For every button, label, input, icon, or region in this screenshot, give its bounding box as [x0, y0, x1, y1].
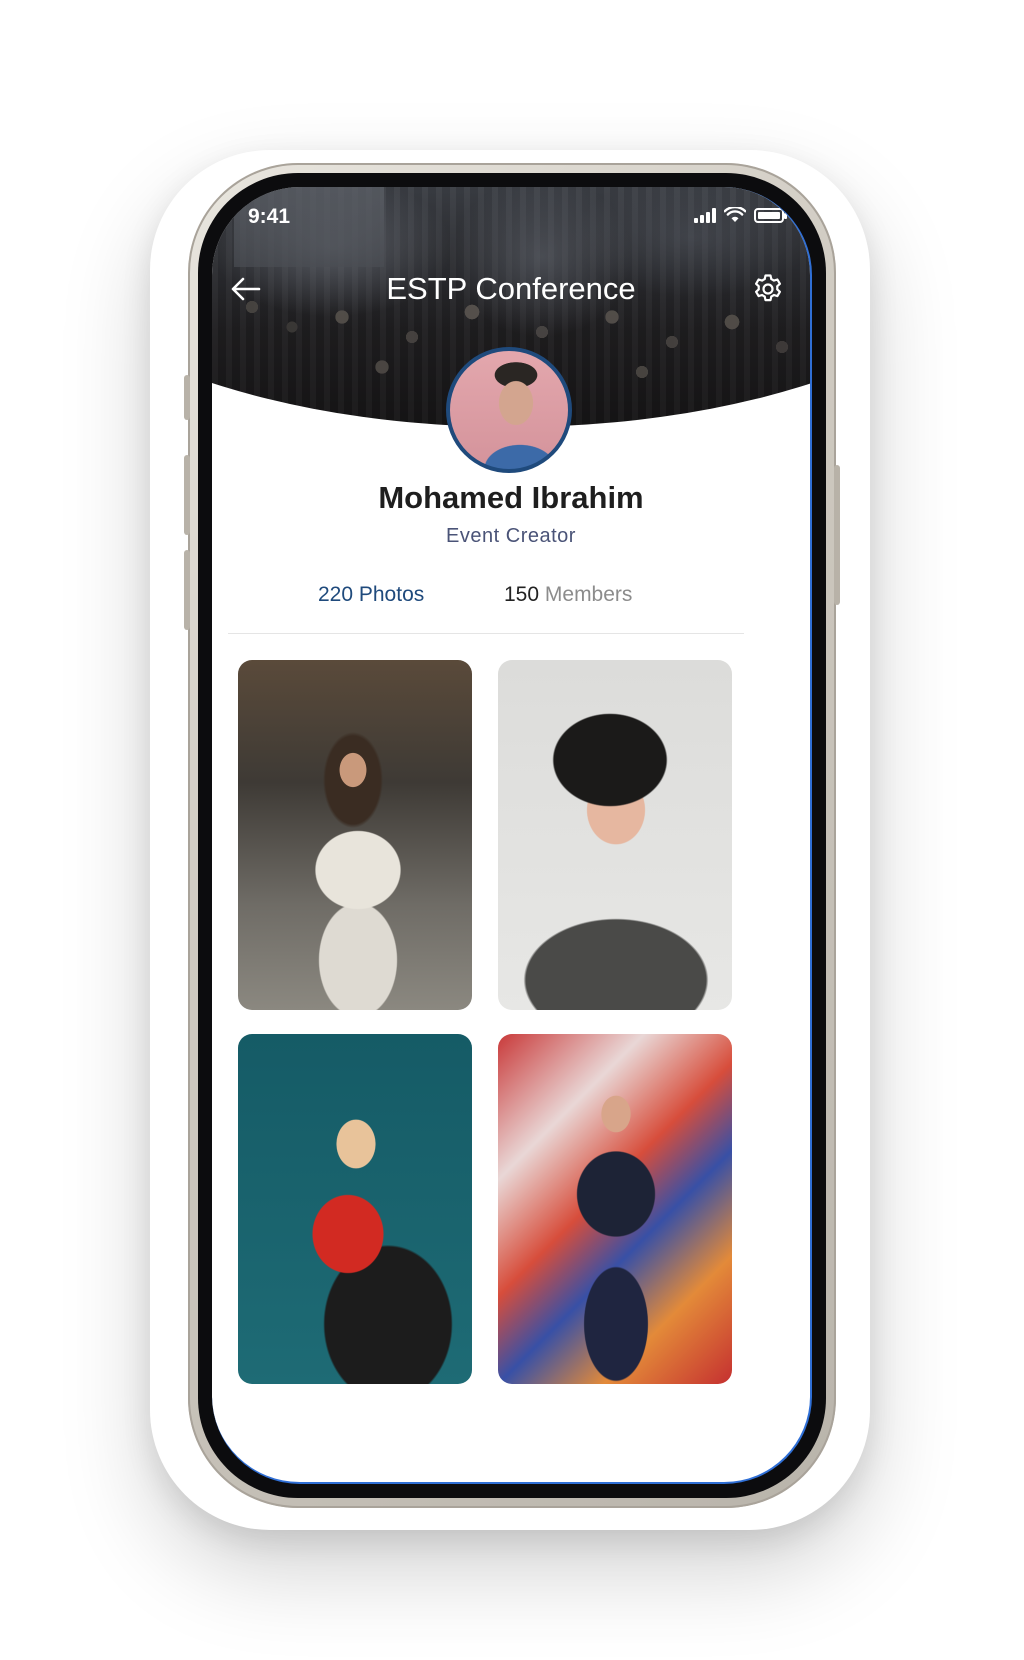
members-label: Members: [544, 583, 633, 606]
status-time: 9:41: [248, 205, 291, 228]
volume-up-button: [184, 455, 190, 535]
mute-switch: [184, 375, 190, 420]
gear-icon: [755, 274, 781, 302]
battery-icon: [754, 207, 787, 223]
signal-icon: [694, 207, 716, 223]
photo-woman-red-shirt[interactable]: [238, 1034, 472, 1384]
profile-stats: 220 Photos 150 Members: [212, 583, 810, 613]
profile-name: Mohamed Ibrahim: [378, 480, 644, 515]
settings-button[interactable]: [750, 271, 786, 307]
photo-woman-white-outfit[interactable]: [238, 660, 472, 1010]
wifi-icon: [724, 207, 746, 222]
photo-man-black-hat[interactable]: [498, 660, 732, 1010]
tab-members[interactable]: 150 Members: [504, 583, 632, 607]
volume-down-button: [184, 550, 190, 630]
photo-woman-graffiti-wall[interactable]: [498, 1034, 732, 1384]
tab-photos[interactable]: 220 Photos: [318, 583, 424, 607]
mockup-stage: 9:41 ESTP Conference Mohamed Ibrahim Eve…: [0, 0, 1024, 1660]
stats-divider: [228, 633, 744, 634]
page-title: ESTP Conference: [386, 271, 636, 306]
profile-avatar[interactable]: [446, 347, 572, 473]
status-icons: [694, 207, 787, 223]
profile-role: Event Creator: [446, 525, 576, 547]
power-button: [834, 465, 840, 605]
phone-screen: 9:41 ESTP Conference Mohamed Ibrahim Eve…: [212, 187, 812, 1484]
members-count: 150: [504, 583, 540, 606]
